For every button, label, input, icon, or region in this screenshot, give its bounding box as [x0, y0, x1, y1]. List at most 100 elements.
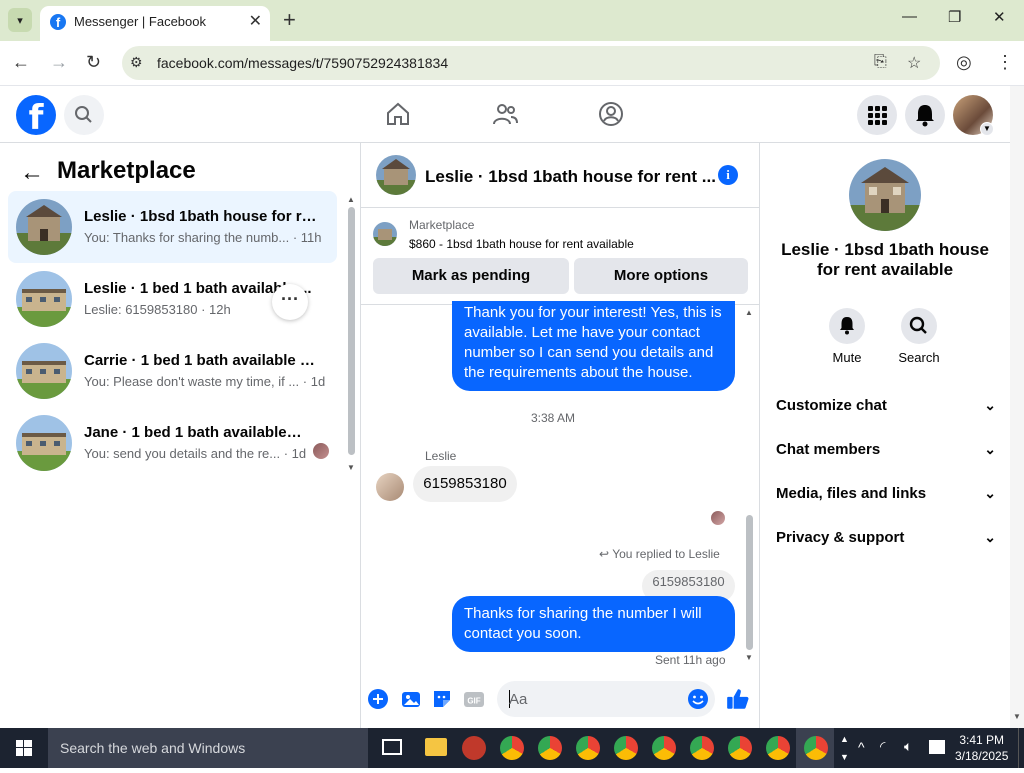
- photo-icon[interactable]: [400, 688, 422, 710]
- url-bar[interactable]: ⚙ facebook.com/messages/t/75907529243818…: [122, 46, 940, 80]
- search-button[interactable]: [64, 95, 104, 135]
- windows-logo-icon: [16, 740, 32, 756]
- chat-members-row[interactable]: Chat members ⌄: [776, 441, 996, 465]
- install-app-icon[interactable]: ⎘: [874, 53, 887, 71]
- customize-chat-row[interactable]: Customize chat ⌄: [776, 397, 996, 421]
- close-tab-icon[interactable]: ✕: [249, 11, 262, 31]
- groups-icon[interactable]: [597, 100, 625, 128]
- minimize-icon[interactable]: —: [902, 8, 917, 25]
- account-chevron-icon[interactable]: ▼: [980, 122, 994, 136]
- taskbar-search-box[interactable]: Search the web and Windows: [48, 728, 368, 768]
- notifications-center-icon[interactable]: [929, 740, 945, 754]
- url-text[interactable]: facebook.com/messages/t/7590752924381834: [157, 55, 448, 71]
- show-desktop-button[interactable]: [1018, 728, 1024, 768]
- back-arrow-icon[interactable]: ←: [12, 52, 30, 73]
- profile-icon[interactable]: ◎: [956, 52, 972, 73]
- chat-avatar[interactable]: [376, 155, 416, 195]
- chrome-profile-icon[interactable]: [538, 736, 562, 760]
- forward-arrow-icon[interactable]: →: [50, 52, 68, 73]
- chrome-active-icon[interactable]: [804, 736, 828, 760]
- conversation-item[interactable]: Carrie · 1 bed 1 bath available ho... Yo…: [8, 335, 337, 407]
- back-arrow-icon[interactable]: ←: [20, 159, 44, 187]
- notifications-button[interactable]: [905, 95, 945, 135]
- section-label: Media, files and links: [776, 485, 927, 502]
- site-settings-icon[interactable]: ⚙: [130, 54, 143, 71]
- conversation-name: Leslie · 1bsd 1bath house for ren...: [84, 208, 324, 225]
- messages-scrollbar[interactable]: ▲ ▼: [745, 308, 755, 666]
- search-in-chat-button[interactable]: Search: [889, 308, 949, 365]
- chat-details-panel: Leslie · 1bsd 1bath house for rent avail…: [760, 143, 1010, 728]
- chevron-down-icon: ⌄: [984, 529, 996, 545]
- chevron-down-icon: ⌄: [984, 397, 996, 413]
- scrollbar-thumb[interactable]: [348, 207, 355, 455]
- menu-button[interactable]: [857, 95, 897, 135]
- page-scrollbar[interactable]: ▼: [1010, 86, 1024, 728]
- reload-icon[interactable]: ↻: [86, 52, 101, 73]
- chrome-profile-icon[interactable]: [690, 736, 714, 760]
- mark-as-pending-button[interactable]: Mark as pending: [373, 258, 569, 294]
- close-window-icon[interactable]: ✕: [993, 8, 1006, 26]
- chrome-profile-icon[interactable]: [766, 736, 790, 760]
- privacy-support-row[interactable]: Privacy & support ⌄: [776, 529, 996, 553]
- system-clock[interactable]: 3:41 PM 3/18/2025: [955, 732, 1008, 764]
- reply-arrow-icon: ↩: [599, 547, 610, 561]
- browser-menu-icon[interactable]: ⋮: [996, 52, 1014, 73]
- friends-icon[interactable]: [491, 100, 519, 128]
- chrome-icon[interactable]: [500, 736, 524, 760]
- conversation-name: Jane · 1 bed 1 bath available h...: [84, 424, 304, 441]
- conversation-list-scrollbar[interactable]: ▲ ▼: [347, 195, 355, 475]
- mute-label: Mute: [832, 350, 862, 365]
- volume-icon[interactable]: 🔈︎: [904, 738, 912, 755]
- add-icon[interactable]: [367, 688, 389, 710]
- task-view-icon[interactable]: [382, 739, 402, 755]
- listing-title[interactable]: $860 - 1bsd 1bath house for rent availab…: [409, 237, 634, 251]
- wifi-icon[interactable]: ◜: [880, 738, 885, 755]
- thumbs-up-icon[interactable]: [725, 686, 751, 712]
- taskbar-search-placeholder: Search the web and Windows: [60, 740, 246, 756]
- outgoing-message: Thanks for sharing the number I will con…: [452, 596, 735, 652]
- facebook-header: f ▼: [0, 86, 1010, 143]
- chrome-profile-icon[interactable]: [652, 736, 676, 760]
- conversation-item[interactable]: Leslie · 1bsd 1bath house for ren... You…: [8, 191, 337, 263]
- info-icon[interactable]: i: [718, 165, 738, 185]
- section-label: Chat members: [776, 441, 881, 458]
- home-icon[interactable]: [384, 100, 412, 128]
- snipping-tool-icon[interactable]: [462, 736, 486, 760]
- maximize-icon[interactable]: ❐: [948, 8, 961, 26]
- mute-button[interactable]: Mute: [817, 308, 877, 365]
- show-hidden-icons-icon[interactable]: ^: [858, 739, 865, 755]
- message-input[interactable]: Aa: [497, 681, 715, 717]
- section-label: Customize chat: [776, 397, 887, 414]
- more-options-button[interactable]: More options: [574, 258, 748, 294]
- sender-avatar[interactable]: [376, 473, 404, 501]
- taskbar-scroll-icon[interactable]: ▲ ▼: [840, 730, 849, 766]
- conversation-preview: You: send you details and the re... · 1d: [84, 446, 307, 461]
- media-files-links-row[interactable]: Media, files and links ⌄: [776, 485, 996, 509]
- conversation-name: Carrie · 1 bed 1 bath available ho...: [84, 352, 324, 369]
- chat-title[interactable]: Leslie · 1bsd 1bath house for rent ...: [425, 167, 716, 187]
- start-button[interactable]: [0, 728, 48, 768]
- bookmark-star-icon[interactable]: ☆: [907, 53, 921, 73]
- chrome-profile-icon[interactable]: [614, 736, 638, 760]
- facebook-favicon-icon: f: [50, 14, 66, 30]
- apartment-thumbnail: [16, 343, 72, 399]
- sticker-icon[interactable]: [431, 688, 453, 710]
- emoji-icon[interactable]: [687, 688, 709, 710]
- facebook-logo-icon[interactable]: f: [16, 95, 56, 138]
- svg-text:GIF: GIF: [467, 697, 480, 706]
- conversation-options-button[interactable]: ···: [272, 284, 308, 320]
- browser-tab[interactable]: f Messenger | Facebook ✕: [40, 6, 270, 41]
- file-explorer-icon[interactable]: [425, 738, 447, 756]
- listing-thumbnail: [373, 222, 397, 246]
- conversation-item[interactable]: Jane · 1 bed 1 bath available h... You: …: [8, 407, 337, 479]
- new-tab-icon[interactable]: +: [283, 7, 296, 33]
- section-label: Privacy & support: [776, 529, 905, 546]
- incoming-message: 6159853180: [413, 466, 517, 502]
- chrome-profile-icon[interactable]: [576, 736, 600, 760]
- tab-search-chevron-icon[interactable]: ▾: [8, 8, 32, 32]
- chrome-profile-icon[interactable]: [728, 736, 752, 760]
- outgoing-message: Thank you for your interest! Yes, this i…: [452, 301, 735, 391]
- message-timestamp: 3:38 AM: [531, 411, 576, 425]
- scrollbar-thumb[interactable]: [746, 515, 753, 650]
- gif-icon[interactable]: GIF: [463, 688, 485, 710]
